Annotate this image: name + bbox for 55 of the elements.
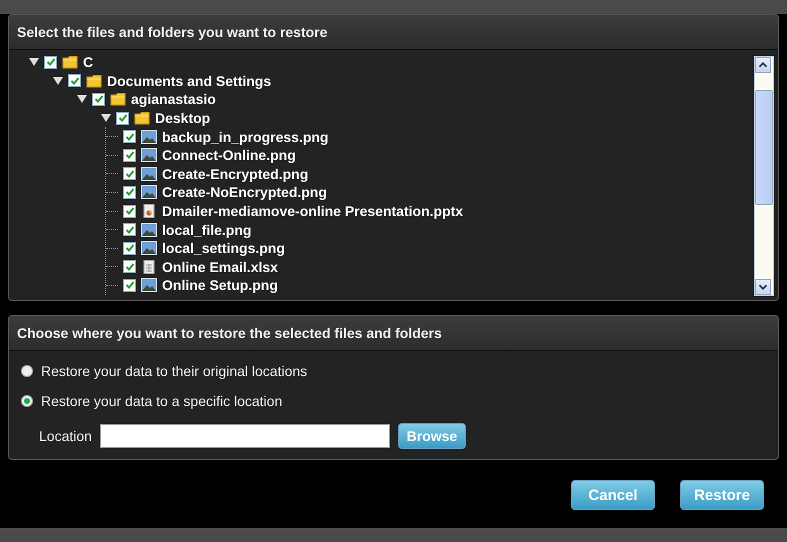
collapse-triangle-icon[interactable]	[29, 57, 39, 68]
collapse-triangle-icon[interactable]	[77, 94, 87, 104]
tree-item-label[interactable]: local_file.png	[162, 222, 252, 238]
image-file-icon	[141, 185, 157, 200]
checkbox[interactable]	[123, 204, 136, 218]
checkbox[interactable]	[68, 74, 81, 88]
checkbox[interactable]	[123, 130, 136, 144]
tree-item-label[interactable]: Create-NoEncrypted.png	[162, 184, 327, 200]
spreadsheet-file-icon	[141, 260, 157, 274]
checkbox[interactable]	[44, 56, 57, 69]
checkbox[interactable]	[123, 278, 136, 292]
tree-item-label[interactable]: local_settings.png	[162, 240, 285, 256]
presentation-file-icon	[141, 204, 157, 218]
location-field[interactable]	[100, 424, 390, 448]
tree-item-label[interactable]: Dmailer-mediamove-online Presentation.pptx	[162, 203, 464, 220]
scrollbar[interactable]	[754, 56, 774, 296]
panel-title: Choose where you want to restore the selected files and folders	[9, 316, 778, 351]
folder-icon	[110, 92, 126, 106]
checkbox[interactable]	[92, 92, 105, 106]
scroll-down-icon[interactable]	[755, 279, 771, 295]
scroll-up-icon[interactable]	[755, 57, 771, 73]
tree-item-label[interactable]: agianastasio	[131, 91, 216, 108]
checkbox[interactable]	[123, 148, 136, 162]
folder-icon	[134, 111, 150, 126]
tree-item-label[interactable]: Online Email.xlsx	[162, 258, 278, 275]
radio-button[interactable]	[21, 365, 33, 377]
checkbox[interactable]	[116, 112, 129, 125]
image-file-icon	[141, 130, 157, 144]
tree-item-label[interactable]: Online Setup.png	[162, 277, 278, 294]
checkbox[interactable]	[123, 186, 136, 199]
image-file-icon	[141, 148, 157, 162]
radio-button[interactable]	[21, 395, 33, 407]
image-file-icon	[141, 278, 157, 292]
tree-item-label[interactable]: Connect-Online.png	[162, 147, 296, 164]
tree-item-label[interactable]: backup_in_progress.png	[162, 128, 328, 145]
tree-item-label[interactable]: Documents and Settings	[107, 72, 272, 89]
checkbox[interactable]	[123, 242, 136, 255]
radio-option[interactable]: Restore your data to a specific location	[21, 393, 766, 409]
checkbox[interactable]	[123, 260, 136, 274]
collapse-triangle-icon[interactable]	[101, 113, 111, 124]
location-label: Location	[39, 428, 92, 444]
panel-title: Select the files and folders you want to restore	[9, 15, 778, 50]
checkbox[interactable]	[123, 223, 136, 236]
image-file-icon	[141, 222, 157, 237]
tree-item-label[interactable]: C	[83, 54, 94, 70]
radio-option[interactable]: Restore your data to their original locations	[21, 363, 766, 379]
checkbox[interactable]	[123, 167, 136, 180]
folder-icon	[86, 74, 102, 88]
tree-item-label[interactable]: Desktop	[155, 110, 210, 126]
image-file-icon	[141, 241, 157, 256]
collapse-triangle-icon[interactable]	[53, 76, 63, 86]
image-file-icon	[141, 166, 157, 181]
scrollbar-thumb[interactable]	[755, 90, 773, 205]
tree-item-label[interactable]: Create-Encrypted.png	[162, 166, 308, 182]
folder-icon	[62, 55, 78, 70]
